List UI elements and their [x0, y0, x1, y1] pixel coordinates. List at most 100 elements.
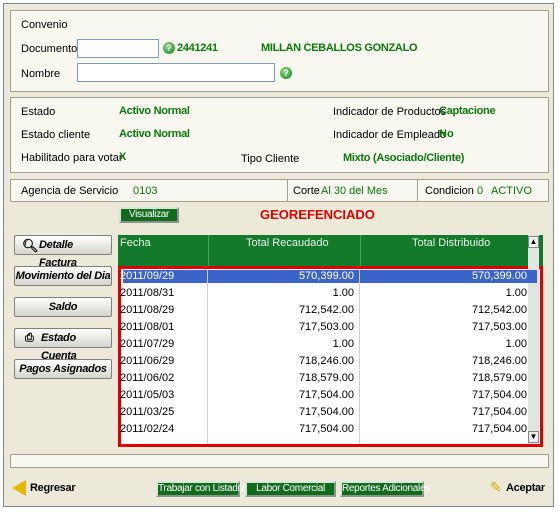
- cell-distribuido: 712,542.00: [471, 304, 527, 316]
- cell-recaudado: 718,579.00: [298, 372, 354, 384]
- cell-fecha: 2011/08/31: [120, 287, 175, 299]
- estado-cliente-label: Estado cliente: [21, 129, 91, 141]
- column-divider: [207, 269, 208, 444]
- cell-recaudado: 570,399.00: [298, 270, 354, 282]
- regresar-label: Regresar: [30, 482, 76, 494]
- cell-recaudado: 717,504.00: [298, 423, 354, 435]
- cell-fecha: 2011/05/03: [120, 389, 175, 401]
- estado-cuenta-button[interactable]: ⎙ Estado Cuenta: [14, 328, 112, 362]
- agencia-label: Agencia de Servicio: [21, 185, 119, 197]
- cell-fecha: 2011/08/01: [120, 321, 175, 333]
- table-row[interactable]: 2011/08/01 717,503.00 717,503.00: [120, 321, 537, 334]
- movimiento-dia-button[interactable]: Movimiento del Dia: [14, 266, 112, 286]
- column-header-fecha[interactable]: Fecha: [120, 237, 151, 249]
- cell-recaudado: 1.00: [332, 338, 354, 350]
- agencia-panel: Agencia de Servicio 0103 Corte Al 30 del…: [10, 179, 549, 202]
- cell-distribuido: 717,503.00: [471, 321, 527, 333]
- cell-distribuido: 717,504.00: [471, 423, 527, 435]
- estado-label: Estado: [21, 106, 56, 118]
- documento-input[interactable]: [77, 39, 159, 58]
- estado-cliente-value: Activo Normal: [119, 128, 190, 140]
- cell-distribuido: 718,246.00: [471, 355, 527, 367]
- back-arrow-icon: [12, 480, 26, 496]
- ind-empleado-value: No: [439, 128, 454, 140]
- help-icon[interactable]: ?: [280, 67, 292, 79]
- condicion-label: Condicion: [425, 185, 474, 197]
- detalle-factura-label: Detalle Factura: [39, 239, 77, 269]
- agencia-value: 0103: [133, 185, 158, 197]
- help-icon[interactable]: ?: [163, 42, 175, 54]
- pagos-asignados-button[interactable]: Pagos Asignados: [14, 359, 112, 379]
- labor-comercial-button[interactable]: Labor Comercial: [245, 481, 336, 497]
- table-row[interactable]: 2011/08/29 712,542.00 712,542.00: [120, 304, 537, 317]
- status-strip: [10, 454, 549, 468]
- reportes-adicionales-button[interactable]: Reportes Adicionales: [340, 481, 430, 497]
- cell-recaudado: 712,542.00: [298, 304, 354, 316]
- cell-distribuido: 570,399.00: [471, 270, 527, 282]
- table-row[interactable]: 2011/03/25 717,504.00 717,504.00: [120, 406, 537, 419]
- cell-distribuido: 717,504.00: [471, 406, 527, 418]
- cell-recaudado: 717,504.00: [298, 389, 354, 401]
- header-divider: [360, 235, 361, 269]
- corte-value: Al 30 del Mes: [321, 185, 388, 197]
- cell-distribuido: 717,504.00: [471, 389, 527, 401]
- table-row[interactable]: 2011/09/29 570,399.00 570,399.00: [120, 270, 537, 283]
- saldo-button[interactable]: Saldo: [14, 297, 112, 317]
- header-divider: [208, 235, 209, 269]
- nombre-input[interactable]: [77, 63, 275, 82]
- corte-label: Corte: [293, 185, 320, 197]
- georef-title: GEOREFENCIADO: [260, 207, 375, 222]
- convenio-title: Convenio: [21, 19, 68, 31]
- cell-recaudado: 718,246.00: [298, 355, 354, 367]
- habilitado-value: X: [119, 151, 127, 163]
- divider: [287, 180, 288, 201]
- aceptar-label: Aceptar: [506, 482, 545, 494]
- column-header-distribuido[interactable]: Total Distribuido: [412, 237, 490, 249]
- scroll-up-button[interactable]: ▲: [528, 236, 539, 248]
- estado-value: Activo Normal: [119, 105, 190, 117]
- table-row[interactable]: 2011/06/02 718,579.00 718,579.00: [120, 372, 537, 385]
- tipo-cliente-value: Mixto (Asociado/Cliente): [343, 152, 465, 164]
- ind-productos-value: Captacione: [439, 105, 496, 117]
- cell-distribuido: 1.00: [505, 338, 527, 350]
- convenio-panel: Convenio Documento ? 2441241 MILLAN CEBA…: [10, 10, 549, 92]
- cell-recaudado: 1.00: [332, 287, 354, 299]
- status-panel: Estado Activo Normal Estado cliente Acti…: [10, 97, 549, 173]
- documento-label: Documento: [21, 43, 78, 55]
- table-row[interactable]: 2011/07/29 1.00 1.00: [120, 338, 537, 351]
- estado-cuenta-label: Estado Cuenta: [41, 332, 77, 362]
- table-row[interactable]: 2011/06/29 718,246.00 718,246.00: [120, 355, 537, 368]
- detalle-factura-button[interactable]: 🔍︎ Detalle Factura: [14, 235, 112, 269]
- cell-fecha: 2011/03/25: [120, 406, 175, 418]
- ind-empleado-label: Indicador de Empleado: [333, 129, 447, 141]
- search-icon: 🔍︎: [22, 238, 39, 253]
- regresar-button[interactable]: Regresar: [12, 478, 92, 498]
- cell-distribuido: 718,579.00: [471, 372, 527, 384]
- visualizar-button[interactable]: Visualizar: [119, 207, 179, 223]
- cell-fecha: 2011/02/24: [120, 423, 175, 435]
- aceptar-button[interactable]: ✎ Aceptar: [490, 478, 550, 498]
- printer-icon: ⎙: [25, 332, 34, 344]
- cell-fecha: 2011/08/29: [120, 304, 175, 316]
- cell-fecha: 2011/09/29: [120, 270, 175, 282]
- pencil-icon: ✎: [490, 479, 502, 495]
- trabajar-listados-button[interactable]: Trabajar con Listados: [156, 481, 248, 497]
- divider: [417, 180, 418, 201]
- table-row[interactable]: 2011/02/24 717,504.00 717,504.00: [120, 423, 537, 436]
- documento-number: 2441241: [177, 42, 218, 54]
- condicion-code: 0: [477, 185, 484, 197]
- table-row[interactable]: 2011/05/03 717,504.00 717,504.00: [120, 389, 537, 402]
- table-row[interactable]: 2011/08/31 1.00 1.00: [120, 287, 537, 300]
- cell-fecha: 2011/06/02: [120, 372, 175, 384]
- client-name: MILLAN CEBALLOS GONZALO: [261, 42, 418, 54]
- column-divider: [359, 269, 360, 444]
- cell-distribuido: 1.00: [505, 287, 527, 299]
- cell-fecha: 2011/07/29: [120, 338, 175, 350]
- main-window: Convenio Documento ? 2441241 MILLAN CEBA…: [3, 3, 554, 507]
- column-header-recaudado[interactable]: Total Recaudado: [246, 237, 329, 249]
- condicion-value: ACTIVO: [491, 185, 532, 197]
- nombre-label: Nombre: [21, 68, 61, 80]
- cell-recaudado: 717,503.00: [298, 321, 354, 333]
- cell-fecha: 2011/06/29: [120, 355, 175, 367]
- cell-recaudado: 717,504.00: [298, 406, 354, 418]
